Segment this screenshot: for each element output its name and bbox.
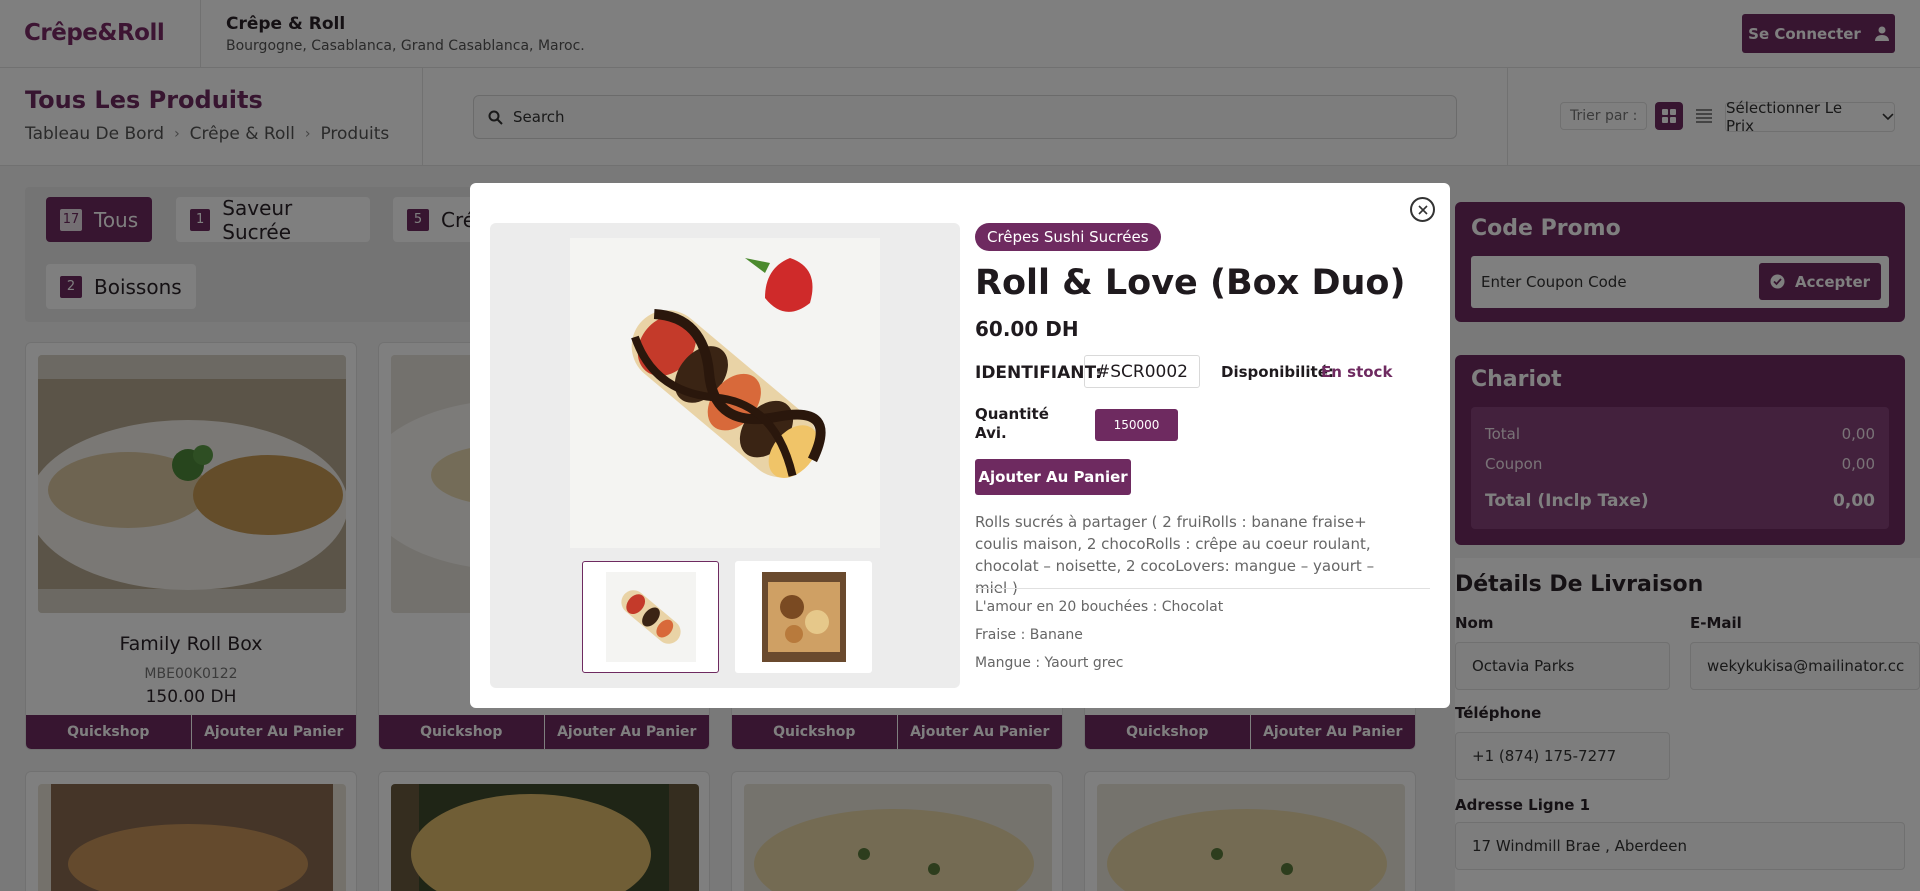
detail-line: Mangue : Yaourt grec xyxy=(975,655,1124,671)
add-to-cart-button[interactable]: Ajouter Au Panier xyxy=(975,459,1131,495)
category-tag: Crêpes Sushi Sucrées xyxy=(975,223,1161,251)
quantity-badge: 150000 xyxy=(1095,409,1178,441)
thumbnail-1[interactable] xyxy=(582,561,719,673)
product-gallery xyxy=(490,223,960,688)
thumbnail-2[interactable] xyxy=(735,561,872,673)
product-description: Rolls sucrés à partager ( 2 fruiRolls : … xyxy=(975,513,1375,597)
quantity-label: Quantité Avi. xyxy=(975,405,1049,442)
identifier-label: IDENTIFIANT: xyxy=(975,363,1102,383)
divider xyxy=(975,588,1430,589)
product-title: Roll & Love (Box Duo) xyxy=(975,263,1406,303)
product-price: 60.00 DH xyxy=(975,317,1079,341)
availability-label: Disponibilité: xyxy=(1221,363,1334,381)
close-icon xyxy=(1417,204,1428,215)
identifier-value: #SCR0002 xyxy=(1084,355,1200,388)
main-product-image xyxy=(570,238,880,548)
detail-line: Fraise : Banane xyxy=(975,627,1083,643)
close-button[interactable] xyxy=(1410,197,1435,222)
detail-line: L'amour en 20 bouchées : Chocolat xyxy=(975,599,1224,615)
availability-value: En stock xyxy=(1321,363,1393,381)
quickview-modal: Crêpes Sushi Sucrées Roll & Love (Box Du… xyxy=(470,183,1450,708)
